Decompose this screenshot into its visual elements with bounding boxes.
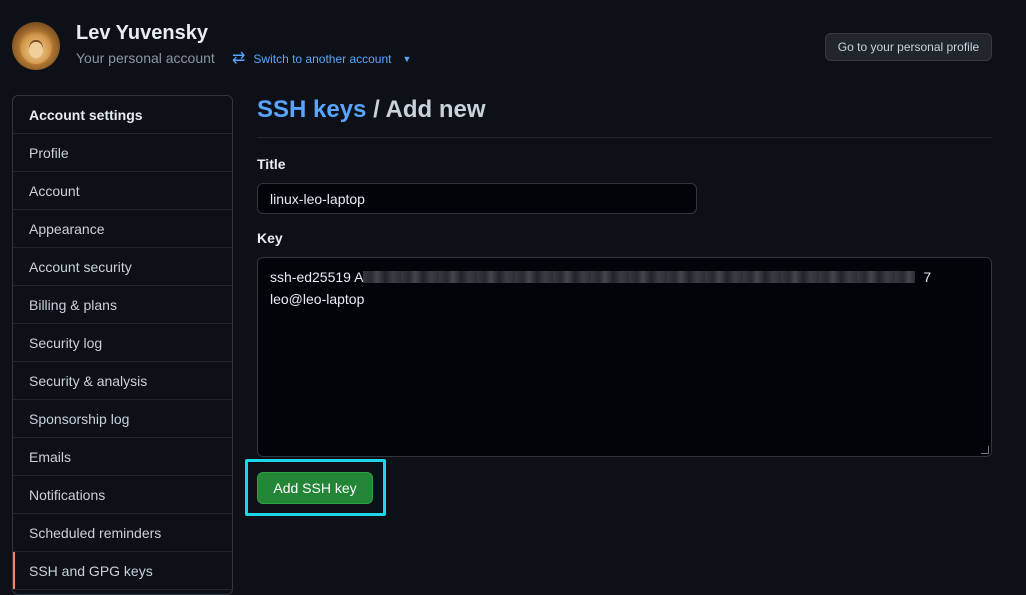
breadcrumb-ssh-keys-link[interactable]: SSH keys <box>257 96 366 123</box>
sidebar-item-scheduled-reminders[interactable]: Scheduled reminders <box>13 514 232 552</box>
account-header: Lev Yuvensky Your personal account ⇄ Swi… <box>0 0 1026 90</box>
sidebar-item-profile[interactable]: Profile <box>13 134 232 172</box>
key-line-1: ssh-ed25519 A 7 <box>270 266 979 288</box>
key-field-label: Key <box>257 230 283 246</box>
key-line-2: leo@leo-laptop <box>270 288 979 310</box>
key-prefix: ssh-ed25519 A <box>270 269 364 285</box>
sidebar-item-notifications[interactable]: Notifications <box>13 476 232 514</box>
page-title: SSH keys / Add new <box>257 96 486 124</box>
redacted-key-blur <box>363 271 916 283</box>
sidebar-item-sponsorship-log[interactable]: Sponsorship log <box>13 400 232 438</box>
account-subtitle: Your personal account <box>76 50 215 66</box>
add-ssh-key-button[interactable]: Add SSH key <box>257 472 373 504</box>
title-input[interactable] <box>257 183 697 214</box>
sidebar-item-account[interactable]: Account <box>13 172 232 210</box>
sidebar-item-ssh-gpg-keys[interactable]: SSH and GPG keys <box>13 552 232 590</box>
breadcrumb-current: Add new <box>385 96 486 123</box>
key-suffix: 7 <box>923 269 932 285</box>
key-comment: leo@leo-laptop <box>270 291 365 307</box>
sidebar-item-security-analysis[interactable]: Security & analysis <box>13 362 232 400</box>
settings-sidebar: Account settings Profile Account Appeara… <box>12 95 233 595</box>
key-textarea[interactable]: ssh-ed25519 A 7 leo@leo-laptop <box>257 257 992 457</box>
sidebar-item-billing[interactable]: Billing & plans <box>13 286 232 324</box>
resize-handle[interactable] <box>981 446 989 454</box>
sidebar-item-appearance[interactable]: Appearance <box>13 210 232 248</box>
sidebar-item-emails[interactable]: Emails <box>13 438 232 476</box>
caret-down-icon: ▼ <box>402 54 412 64</box>
go-to-profile-button[interactable]: Go to your personal profile <box>825 33 992 61</box>
title-divider <box>257 137 992 138</box>
switch-account-link[interactable]: ⇄ Switch to another account ▼ <box>232 50 411 68</box>
switch-account-label: Switch to another account <box>253 52 392 66</box>
sidebar-item-account-security[interactable]: Account security <box>13 248 232 286</box>
lion-face-shape <box>29 40 43 58</box>
avatar[interactable] <box>12 22 60 70</box>
sidebar-item-security-log[interactable]: Security log <box>13 324 232 362</box>
sidebar-heading: Account settings <box>13 96 232 134</box>
breadcrumb-separator: / <box>366 96 386 123</box>
account-name: Lev Yuvensky <box>76 22 208 44</box>
arrow-switch-icon: ⇄ <box>232 50 246 67</box>
title-field-label: Title <box>257 156 286 172</box>
